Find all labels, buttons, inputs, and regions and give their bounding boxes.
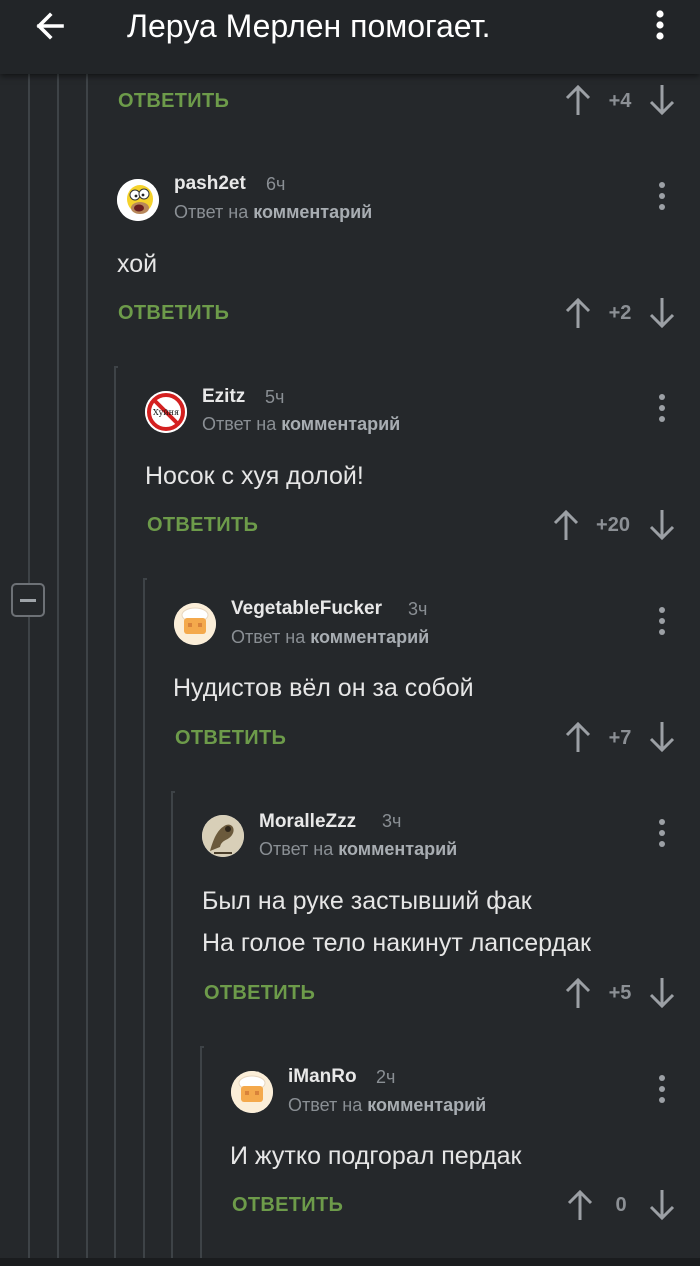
reply-button[interactable]: ОТВЕТИТЬ xyxy=(118,90,229,113)
vote-score: +2 xyxy=(608,302,632,324)
reply-to-text: Ответ на комментарий xyxy=(174,202,372,223)
simpson-avatar-icon xyxy=(117,179,159,221)
chef-avatar-icon xyxy=(174,603,216,645)
reply-to-prefix: Ответ на xyxy=(231,627,306,647)
avatar[interactable] xyxy=(174,603,216,645)
comment-username[interactable]: MoralleZzz xyxy=(259,811,356,833)
comment-text: Был на руке застывший фак xyxy=(202,887,532,915)
thread-line xyxy=(86,74,88,1258)
app-bar: Леруа Мерлен помогает. xyxy=(0,0,700,74)
comment-time: 2ч xyxy=(376,1067,396,1087)
reply-to-link[interactable]: комментарий xyxy=(253,202,372,222)
downvote-arrow-icon[interactable] xyxy=(648,976,676,1010)
prohibited-sign-avatar-icon: Хуйня xyxy=(145,391,187,433)
upvote-arrow-icon[interactable] xyxy=(564,976,592,1010)
upvote-arrow-icon[interactable] xyxy=(566,1188,594,1222)
reply-to-prefix: Ответ на xyxy=(202,414,277,434)
overflow-menu-icon[interactable] xyxy=(645,8,675,42)
thread-line xyxy=(171,791,173,1258)
reply-to-text: Ответ на комментарий xyxy=(288,1095,486,1116)
thread-line xyxy=(28,74,30,583)
avatar[interactable] xyxy=(231,1071,273,1113)
back-arrow-icon[interactable] xyxy=(30,6,70,46)
reply-to-prefix: Ответ на xyxy=(259,839,334,859)
reply-to-text: Ответ на комментарий xyxy=(231,627,429,648)
avatar[interactable] xyxy=(202,815,244,857)
reply-button[interactable]: ОТВЕТИТЬ xyxy=(175,727,286,750)
reply-to-text: Ответ на комментарий xyxy=(202,414,400,435)
vote-score: +7 xyxy=(608,727,632,749)
comment-username[interactable]: Ezitz xyxy=(202,386,245,408)
thread-line xyxy=(28,617,30,1258)
downvote-arrow-icon[interactable] xyxy=(648,508,676,542)
comment-text: Носок с хуя долой! xyxy=(145,462,364,490)
downvote-arrow-icon[interactable] xyxy=(648,296,676,330)
thread-line xyxy=(200,1046,204,1048)
reply-to-link[interactable]: комментарий xyxy=(281,414,400,434)
comment-text: И жутко подгорал пердак xyxy=(230,1142,522,1170)
bottom-edge xyxy=(0,1258,700,1266)
comment-text: хой xyxy=(117,250,158,278)
upvote-arrow-icon[interactable] xyxy=(564,83,592,117)
comment-more-icon[interactable] xyxy=(654,1073,670,1107)
thread-line xyxy=(57,74,59,1258)
vote-score: +5 xyxy=(608,982,632,1004)
drawing-avatar-icon xyxy=(202,815,244,857)
reply-to-text: Ответ на комментарий xyxy=(259,839,457,860)
comment-username[interactable]: pash2et xyxy=(174,173,246,195)
comment-time: 6ч xyxy=(266,174,286,194)
thread-line xyxy=(171,791,175,793)
reply-button[interactable]: ОТВЕТИТЬ xyxy=(118,302,229,325)
upvote-arrow-icon[interactable] xyxy=(552,508,580,542)
thread-line xyxy=(143,578,147,580)
reply-button[interactable]: ОТВЕТИТЬ xyxy=(147,514,258,537)
comment-time: 3ч xyxy=(382,811,402,831)
reply-to-prefix: Ответ на xyxy=(174,202,249,222)
comment-text: Нудистов вёл он за собой xyxy=(173,674,474,702)
upvote-arrow-icon[interactable] xyxy=(564,720,592,754)
downvote-arrow-icon[interactable] xyxy=(648,720,676,754)
avatar[interactable]: Хуйня xyxy=(145,391,187,433)
comment-more-icon[interactable] xyxy=(654,180,670,214)
reply-to-link[interactable]: комментарий xyxy=(367,1095,486,1115)
chef-avatar-icon xyxy=(231,1071,273,1113)
avatar[interactable] xyxy=(117,179,159,221)
comment-username[interactable]: VegetableFucker xyxy=(231,598,382,620)
comment-more-icon[interactable] xyxy=(654,605,670,639)
downvote-arrow-icon[interactable] xyxy=(648,83,676,117)
thread-line xyxy=(200,1046,202,1258)
comment-time: 3ч xyxy=(408,599,428,619)
avatar-caption: Хуйня xyxy=(153,408,179,417)
comment-more-icon[interactable] xyxy=(654,817,670,851)
thread-line xyxy=(114,367,116,1258)
upvote-arrow-icon[interactable] xyxy=(564,296,592,330)
reply-to-link[interactable]: комментарий xyxy=(338,839,457,859)
collapse-thread-button[interactable] xyxy=(11,583,45,617)
comment-text: На голое тело накинут лапсердак xyxy=(202,929,591,957)
thread-line xyxy=(114,366,118,368)
comment-more-icon[interactable] xyxy=(654,392,670,426)
reply-to-prefix: Ответ на xyxy=(288,1095,363,1115)
vote-score: +4 xyxy=(608,90,632,112)
thread-line xyxy=(143,578,145,1258)
downvote-arrow-icon[interactable] xyxy=(648,1188,676,1222)
reply-to-link[interactable]: комментарий xyxy=(310,627,429,647)
comment-username[interactable]: iManRo xyxy=(288,1066,357,1088)
reply-button[interactable]: ОТВЕТИТЬ xyxy=(232,1194,343,1217)
vote-score: 0 xyxy=(615,1194,627,1216)
comment-time: 5ч xyxy=(265,387,285,407)
page-title: Леруа Мерлен помогает. xyxy=(127,8,491,44)
vote-score: +20 xyxy=(596,514,630,536)
reply-button[interactable]: ОТВЕТИТЬ xyxy=(204,982,315,1005)
